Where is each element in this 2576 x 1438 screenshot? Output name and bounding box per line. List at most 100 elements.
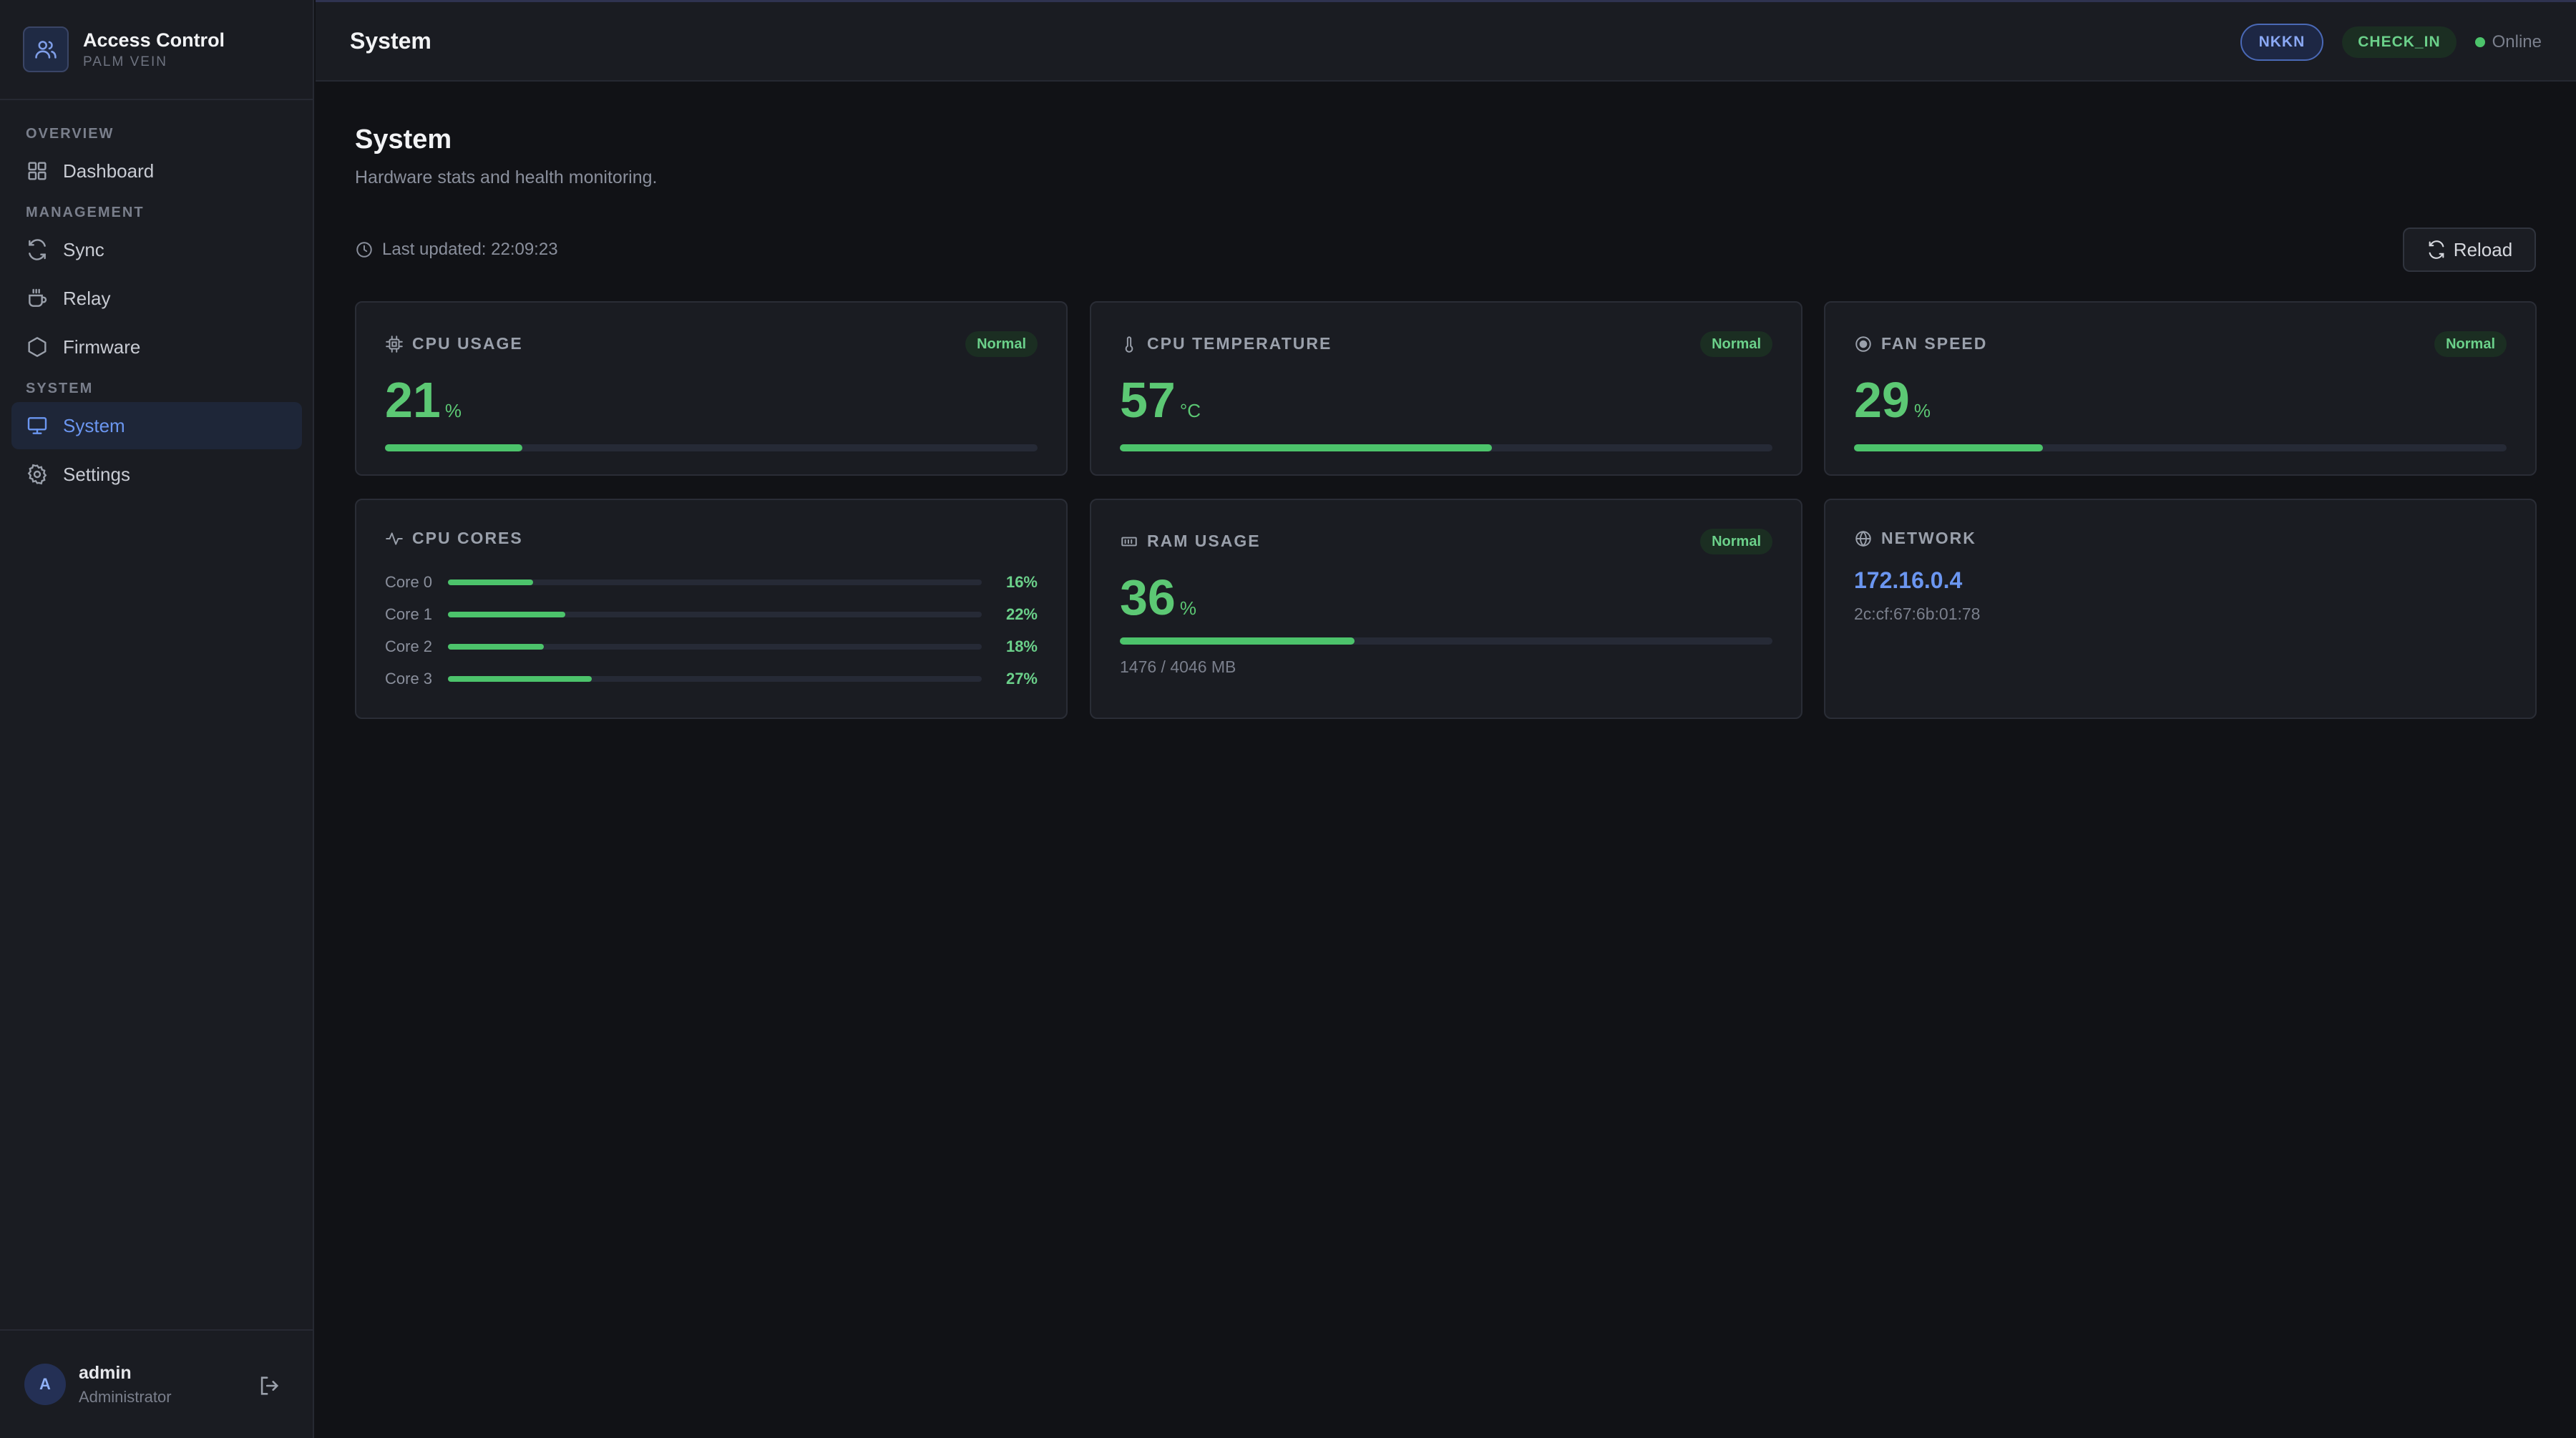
sidebar-item-label: Settings (63, 463, 130, 485)
metric-unit: % (1179, 597, 1196, 619)
sidebar-item-label: Relay (63, 287, 111, 309)
progress-fill (1120, 637, 1355, 645)
cpu-cores-card: CPU CORES Core 0 16% Core 1 22% Core 2 1… (355, 499, 1068, 719)
core-label: Core 3 (385, 670, 433, 688)
user-name: admin (79, 1362, 132, 1383)
hexagon-icon (28, 337, 47, 357)
core-row: Core 1 22% (385, 604, 1038, 625)
users-icon (23, 26, 69, 72)
core-bar (448, 676, 982, 682)
fan-speed-card: FAN SPEED Normal 29% (1824, 301, 2537, 476)
nav-section-management: MANAGEMENT (26, 205, 145, 220)
last-updated: Last updated: 22:09:23 (355, 240, 558, 260)
sidebar-item-dashboard[interactable]: Dashboard (11, 147, 302, 195)
card-title: NETWORK (1881, 529, 1976, 547)
core-value: 18% (1005, 637, 1038, 655)
metric-number: 57 (1120, 372, 1176, 428)
core-row: Core 0 16% (385, 572, 1038, 593)
status-badge: Normal (965, 331, 1038, 357)
progress-fill (1120, 444, 1492, 451)
metric-number: 29 (1854, 372, 1910, 428)
core-fill (448, 579, 534, 585)
clock-icon (356, 242, 372, 258)
network-card: NETWORK 172.16.0.4 2c:cf:67:6b:01:78 (1824, 499, 2537, 719)
cpu-icon (386, 335, 403, 353)
core-fill (448, 676, 592, 682)
sidebar-item-sync[interactable]: Sync (11, 226, 302, 273)
card-title: CPU CORES (412, 529, 523, 547)
avatar: A (24, 1364, 66, 1405)
cpu-usage-card: CPU USAGE Normal 21% (355, 301, 1068, 476)
reload-label: Reload (2453, 238, 2513, 260)
mac-address: 2c:cf:67:6b:01:78 (1854, 605, 1981, 623)
refresh-icon (2429, 240, 2444, 259)
metric-unit: % (444, 400, 462, 421)
ram-detail: 1476 / 4046 MB (1120, 657, 1236, 676)
globe-icon (1855, 530, 1871, 547)
card-title: RAM USAGE (1147, 532, 1261, 550)
sidebar-item-firmware[interactable]: Firmware (11, 323, 302, 371)
core-value: 27% (1005, 670, 1038, 688)
metric-number: 21 (385, 372, 441, 428)
sync-icon (29, 239, 46, 260)
status-badge: Normal (1700, 529, 1772, 554)
brand: Access Control PALM VEIN (0, 0, 313, 100)
metric-unit: °C (1179, 400, 1201, 421)
metric-number: 36 (1120, 569, 1176, 625)
logout-icon[interactable] (257, 1374, 281, 1398)
sidebar-item-settings[interactable]: Settings (11, 451, 302, 498)
gear-icon (27, 464, 47, 485)
core-value: 22% (1005, 605, 1038, 623)
page-subtitle: Hardware stats and health monitoring. (355, 167, 658, 187)
ip-address: 172.16.0.4 (1854, 567, 1963, 593)
metric-value: 21% (385, 371, 462, 439)
core-label: Core 0 (385, 573, 433, 591)
sidebar-item-label: Firmware (63, 336, 141, 358)
mode-badge: CHECK_IN (2342, 26, 2457, 58)
last-updated-text: Last updated: 22:09:23 (382, 240, 558, 259)
progress-fill (1854, 444, 2044, 451)
sidebar-item-label: System (63, 414, 125, 436)
metric-value: 57 °C (1120, 371, 1201, 439)
progress-fill (385, 444, 522, 451)
core-bar (448, 612, 982, 617)
sidebar-item-system[interactable]: System (11, 402, 302, 449)
status-text: Online (2492, 32, 2542, 52)
thermometer-icon (1125, 336, 1133, 353)
status-dot-icon (2474, 37, 2485, 47)
card-title: FAN SPEED (1881, 334, 1988, 353)
monitor-icon (27, 417, 47, 434)
activity-icon (386, 532, 403, 545)
cpu-temperature-card: CPU TEMPERATURE Normal 57 °C (1090, 301, 1802, 476)
status-indicator: Online (2474, 32, 2542, 52)
top-bar: System NKKN CHECK_IN Online (316, 0, 2576, 82)
core-row: Core 3 27% (385, 668, 1038, 690)
metric-value: 29% (1854, 371, 1931, 439)
core-label: Core 1 (385, 605, 433, 623)
nav-section-overview: OVERVIEW (26, 126, 114, 142)
device-badge[interactable]: NKKN (2240, 24, 2324, 61)
core-label: Core 2 (385, 637, 433, 655)
card-title: CPU TEMPERATURE (1147, 334, 1332, 353)
metric-unit: % (1913, 400, 1931, 421)
page-title: System (355, 124, 452, 155)
core-bar (448, 644, 982, 650)
core-fill (448, 612, 566, 617)
ram-usage-card: RAM USAGE Normal 36% 1476 / 4046 MB (1090, 499, 1802, 719)
sidebar-item-relay[interactable]: Relay (11, 275, 302, 322)
topbar-title: System (350, 28, 431, 54)
progress-bar (1120, 637, 1772, 645)
card-title: CPU USAGE (412, 334, 523, 353)
app-subtitle: PALM VEIN (83, 54, 167, 69)
memory-icon (1121, 537, 1137, 546)
app-title: Access Control (83, 29, 225, 51)
core-value: 16% (1005, 573, 1038, 591)
grid-icon (28, 162, 47, 180)
core-fill (448, 644, 545, 650)
sidebar: Access Control PALM VEIN OVERVIEW Dashbo… (0, 0, 314, 1438)
fan-icon (1855, 336, 1871, 352)
metric-value: 36% (1120, 569, 1196, 637)
reload-button[interactable]: Reload (2403, 228, 2536, 272)
status-badge: Normal (2434, 331, 2507, 357)
sidebar-item-label: Sync (63, 238, 104, 260)
